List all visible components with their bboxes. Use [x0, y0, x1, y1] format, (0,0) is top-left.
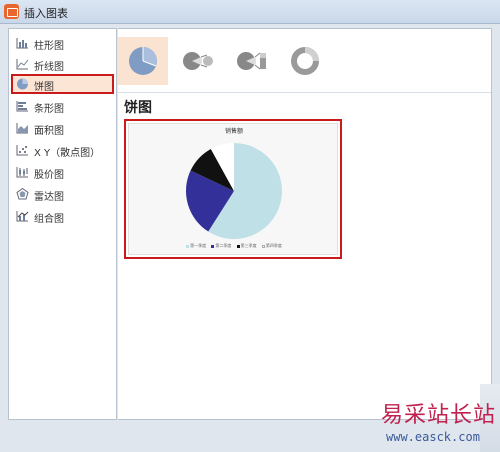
chart-preview[interactable]: 销售额 第一季度 第二季度 第三季度 第四季度 [124, 119, 342, 259]
bar-chart-icon [16, 101, 28, 112]
sidebar-item-label: 饼图 [34, 82, 54, 93]
subtype-doughnut[interactable] [280, 37, 330, 85]
watermark-text: 易采站长站 [381, 403, 497, 428]
sidebar-item-label: 条形图 [34, 104, 64, 115]
app-icon [4, 4, 19, 19]
combo-chart-icon [16, 211, 29, 222]
bar-of-pie-icon [237, 52, 266, 70]
subtype-pie[interactable] [118, 37, 168, 85]
stock-chart-icon [16, 167, 28, 178]
sidebar-item-label: 面积图 [34, 126, 64, 137]
sidebar-item-area[interactable]: 面积图 [11, 118, 114, 138]
sidebar-item-line[interactable]: 折线图 [11, 54, 114, 74]
subtype-pie-of-pie[interactable] [172, 37, 222, 85]
subtype-bar-of-pie[interactable] [226, 37, 276, 85]
sidebar-item-column[interactable]: 柱形图 [11, 33, 114, 53]
sidebar-item-radar[interactable]: 雷达图 [11, 184, 114, 204]
column-chart-icon [16, 38, 28, 49]
sidebar-item-stock[interactable]: 股价图 [11, 162, 114, 182]
sidebar-item-label: 柱形图 [34, 41, 64, 52]
chart-type-list: 柱形图 折线图 饼图 条形图 面积图 X Y（散点图） 股价图 雷达图 组合图 [8, 28, 117, 420]
window-title: 插入图表 [24, 7, 68, 20]
sidebar-item-bar[interactable]: 条形图 [11, 96, 114, 116]
doughnut-icon [291, 47, 319, 75]
pie-icon [129, 47, 157, 75]
sidebar-item-scatter[interactable]: X Y（散点图） [11, 140, 114, 160]
chart-preview-pane: 饼图 销售额 第一季度 第二季度 第三季度 第四季度 [118, 28, 492, 420]
sidebar-item-label: X Y（散点图） [34, 148, 101, 159]
pie-chart [185, 143, 282, 239]
legend-entry: 第一季度 [186, 243, 206, 248]
legend-entry: 第二季度 [211, 243, 231, 248]
chart-canvas: 销售额 第一季度 第二季度 第三季度 第四季度 [128, 123, 338, 255]
sidebar-item-pie[interactable]: 饼图 [11, 74, 114, 94]
legend-entry: 第四季度 [261, 243, 282, 248]
sidebar-item-label: 折线图 [34, 62, 64, 73]
section-title: 饼图 [124, 100, 152, 116]
line-chart-icon [16, 59, 29, 70]
sidebar-item-label: 雷达图 [34, 192, 64, 203]
pie-of-pie-icon [183, 52, 213, 70]
title-bar: 插入图表 [0, 0, 500, 24]
pie-chart-icon [17, 78, 28, 90]
radar-chart-icon [16, 188, 29, 200]
scatter-chart-icon [16, 145, 28, 156]
subtype-gallery [118, 29, 491, 93]
sidebar-item-combo[interactable]: 组合图 [11, 206, 114, 226]
sidebar-item-label: 股价图 [34, 170, 64, 181]
area-chart-icon [16, 123, 28, 134]
watermark-url: www.easck.com [386, 430, 480, 444]
chart-legend: 第一季度 第二季度 第三季度 第四季度 [129, 243, 339, 249]
sidebar-item-label: 组合图 [34, 214, 64, 225]
legend-entry: 第三季度 [236, 243, 257, 248]
